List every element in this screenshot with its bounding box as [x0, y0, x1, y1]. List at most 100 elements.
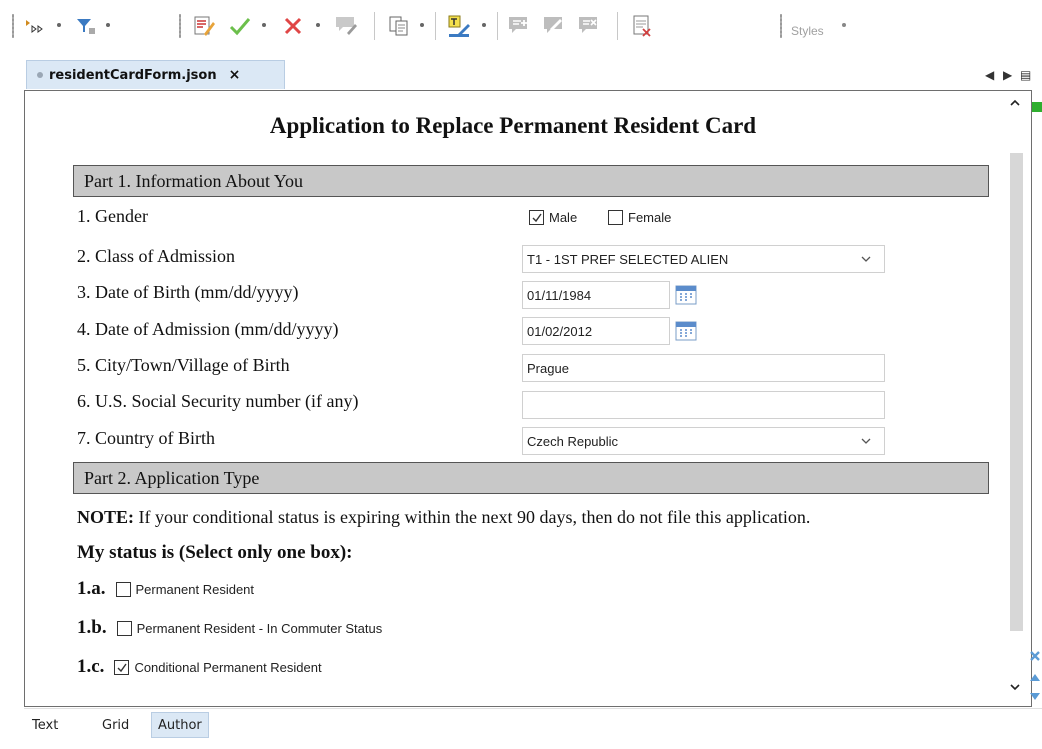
toolbar-grip [179, 14, 181, 38]
scroll-down-icon[interactable] [1009, 681, 1021, 695]
document-area: Application to Replace Permanent Residen… [25, 91, 1001, 706]
manage-comments-icon[interactable] [628, 12, 656, 40]
chevron-down-icon[interactable] [840, 21, 848, 29]
option-label: Conditional Permanent Resident [134, 659, 322, 675]
tab-text-label: Text [32, 717, 59, 733]
status-option-1a[interactable]: 1.a. Permanent Resident [77, 578, 254, 600]
vertical-scrollbar[interactable] [1002, 91, 1031, 706]
class-of-admission-select[interactable]: T1 - 1ST PREF SELECTED ALIEN [522, 245, 885, 273]
tab-author-label: Author [158, 717, 202, 733]
edit-comment-icon[interactable] [190, 12, 218, 40]
option-number: 1.c. [77, 656, 105, 677]
next-marker-icon[interactable] [1029, 690, 1041, 702]
option-label: Permanent Resident - In Commuter Status [136, 620, 383, 636]
tab-resident-card-form[interactable]: residentCardForm.json × [26, 60, 285, 89]
date-of-birth-value: 01/11/1984 [527, 287, 592, 303]
city-of-birth-input[interactable]: Prague [522, 354, 885, 382]
previous-marker-icon[interactable] [1029, 671, 1041, 683]
track-changes-icon[interactable] [20, 12, 48, 40]
ssn-label: 6. U.S. Social Security number (if any) [77, 391, 359, 411]
female-checkbox[interactable] [608, 210, 623, 225]
section-header-text: Part 1. Information About You [84, 170, 304, 191]
tab-text[interactable]: Text [26, 712, 64, 738]
reject-change-icon[interactable] [279, 12, 307, 40]
male-checkbox[interactable] [529, 210, 544, 225]
tab-grid-label: Grid [102, 717, 130, 733]
remove-comment-icon[interactable] [575, 12, 603, 40]
file-status-icon [37, 72, 43, 78]
chevron-down-icon[interactable] [104, 21, 112, 29]
class-of-admission-value: T1 - 1ST PREF SELECTED ALIEN [527, 251, 729, 267]
class-of-admission-label: 2. Class of Admission [77, 246, 236, 266]
highlight-icon[interactable] [445, 12, 473, 40]
commuter-status-checkbox[interactable] [116, 620, 132, 636]
note-prefix: NOTE: [77, 507, 135, 527]
female-label: Female [628, 210, 672, 225]
chevron-down-icon [861, 438, 871, 444]
toolbar-separator [497, 12, 498, 40]
status-heading: My status is (Select only one box): [77, 542, 353, 563]
option-number: 1.b. [77, 617, 107, 638]
section-header-part2: Part 2. Application Type [73, 462, 989, 494]
conditional-resident-checkbox[interactable] [114, 659, 130, 675]
country-of-birth-select[interactable]: Czech Republic [522, 427, 885, 455]
scroll-tabs-left-icon[interactable]: ◀ [985, 68, 994, 82]
status-option-1c[interactable]: 1.c. Conditional Permanent Resident [77, 656, 322, 678]
edit-note-icon[interactable] [540, 12, 568, 40]
city-of-birth-value: Prague [527, 360, 569, 376]
clear-markers-icon[interactable] [1029, 650, 1041, 662]
toolbar-grip [780, 14, 782, 38]
scroll-tabs-right-icon[interactable]: ▶ [1003, 68, 1012, 82]
gender-female-option[interactable]: Female [608, 210, 671, 225]
tab-grid[interactable]: Grid [96, 712, 135, 738]
accept-change-icon[interactable] [226, 12, 254, 40]
toolbar-separator [617, 12, 618, 40]
chevron-down-icon[interactable] [480, 21, 488, 29]
date-of-admission-value: 01/02/2012 [527, 323, 593, 339]
chevron-down-icon[interactable] [55, 21, 63, 29]
tab-author[interactable]: Author [151, 712, 209, 738]
scrollbar-thumb[interactable] [1010, 153, 1023, 631]
scroll-up-icon[interactable] [1009, 97, 1021, 111]
country-of-birth-value: Czech Republic [527, 433, 619, 449]
filter-changes-icon[interactable] [72, 12, 100, 40]
date-of-admission-input[interactable]: 01/02/2012 [522, 317, 670, 345]
check-icon [532, 213, 542, 223]
gender-male-option[interactable]: Male [529, 210, 577, 225]
note-body: If your conditional status is expiring w… [134, 507, 811, 527]
toolbar-separator [374, 12, 375, 40]
styles-dropdown-label[interactable]: Styles [791, 24, 824, 38]
date-of-birth-input[interactable]: 01/11/1984 [522, 281, 670, 309]
option-number: 1.a. [77, 578, 106, 599]
chevron-down-icon[interactable] [418, 21, 426, 29]
status-option-1b[interactable]: 1.b. Permanent Resident - In Commuter St… [77, 617, 382, 639]
permanent-resident-checkbox[interactable] [115, 581, 131, 597]
comment-icon[interactable] [332, 12, 360, 40]
check-icon [117, 663, 128, 672]
author-editor: Application to Replace Permanent Residen… [24, 90, 1032, 707]
calendar-icon[interactable] [675, 321, 697, 341]
editor-tab-bar: residentCardForm.json × ◀ ▶ ▤ [0, 60, 1042, 90]
chevron-down-icon [861, 256, 871, 262]
add-comment-icon[interactable] [505, 12, 533, 40]
tab-list-menu-icon[interactable]: ▤ [1020, 68, 1031, 82]
section-header-part1: Part 1. Information About You [73, 165, 989, 197]
page-title: Application to Replace Permanent Residen… [269, 113, 757, 138]
city-of-birth-label: 5. City/Town/Village of Birth [77, 355, 290, 375]
chevron-down-icon[interactable] [314, 21, 322, 29]
toolbar-separator [435, 12, 436, 40]
copy-icon[interactable] [385, 12, 413, 40]
section-header-text: Part 2. Application Type [84, 467, 260, 488]
male-label: Male [549, 210, 578, 225]
ssn-input[interactable] [522, 391, 885, 419]
note-text: NOTE: If your conditional status is expi… [77, 507, 810, 528]
no-errors-marker[interactable] [1032, 102, 1042, 112]
calendar-icon[interactable] [675, 285, 697, 305]
toolbar-grip[interactable] [12, 14, 14, 38]
date-of-birth-label: 3. Date of Birth (mm/dd/yyyy) [77, 282, 299, 302]
chevron-down-icon[interactable] [260, 21, 268, 29]
tab-label: residentCardForm.json [49, 67, 217, 83]
country-of-birth-label: 7. Country of Birth [77, 428, 215, 448]
editor-mode-tabs: Text Grid Author [24, 708, 1042, 742]
close-icon[interactable]: × [229, 67, 241, 83]
